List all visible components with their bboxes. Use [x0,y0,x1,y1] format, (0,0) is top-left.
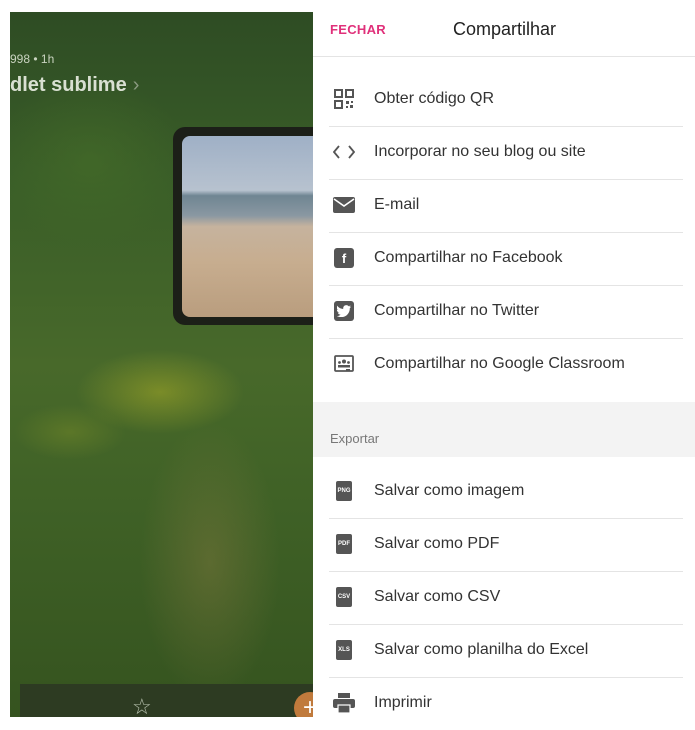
share-item-twitter[interactable]: Compartilhar no Twitter [329,286,683,339]
csv-file-icon: CSV [333,586,355,608]
padlet-background: 998 • 1h dlet sublime › ☆ + [10,12,313,717]
chevron-right-icon: › [132,74,140,96]
export-item-print[interactable]: Imprimir [329,678,683,730]
export-item-label: Salvar como planilha do Excel [374,641,589,658]
facebook-icon: f [333,247,355,269]
export-item-label: Salvar como PDF [374,535,500,552]
share-item-label: Compartilhar no Google Classroom [374,355,625,372]
google-classroom-icon [333,353,355,375]
share-item-label: Incorporar no seu blog ou site [374,143,586,160]
export-item-csv[interactable]: CSV Salvar como CSV [329,572,683,625]
export-item-excel[interactable]: XLS Salvar como planilha do Excel [329,625,683,678]
share-item-email[interactable]: E-mail [329,180,683,233]
printer-icon [333,692,355,714]
share-header: FECHAR Compartilhar [313,0,695,57]
share-item-label: Compartilhar no Twitter [374,302,540,319]
code-icon [333,141,355,163]
close-button[interactable]: FECHAR [330,22,386,37]
twitter-icon [333,300,355,322]
section-label: Exportar [330,431,380,446]
export-item-pdf[interactable]: PDF Salvar como PDF [329,519,683,572]
export-item-image[interactable]: PNG Salvar como imagem [329,466,683,519]
export-item-label: Salvar como imagem [374,482,525,499]
share-item-qr[interactable]: Obter código QR [329,74,683,127]
share-item-facebook[interactable]: f Compartilhar no Facebook [329,233,683,286]
export-section-header: Exportar [313,402,695,457]
share-item-embed[interactable]: Incorporar no seu blog ou site [329,127,683,180]
envelope-icon [333,194,355,216]
png-file-icon: PNG [333,480,355,502]
qr-code-icon [333,88,355,110]
share-item-label: Obter código QR [374,90,495,107]
xls-file-icon: XLS [333,639,355,661]
share-item-label: Compartilhar no Facebook [374,249,563,266]
share-item-google-classroom[interactable]: Compartilhar no Google Classroom [329,339,683,391]
add-post-button[interactable]: + [294,692,313,717]
post-meta: 998 • 1h [10,52,55,66]
panel-title: Compartilhar [453,19,557,39]
share-panel: FECHAR Compartilhar Obter código QR Inco… [313,0,695,717]
share-item-label: E-mail [374,196,420,213]
bottom-bar: ☆ + [20,684,313,717]
pdf-file-icon: PDF [333,533,355,555]
padlet-title[interactable]: dlet sublime › [10,74,139,97]
export-item-label: Salvar como CSV [374,588,501,605]
export-item-label: Imprimir [374,694,432,711]
beach-photo [182,136,313,317]
post-card[interactable] [173,127,313,325]
star-icon[interactable]: ☆ [132,694,152,717]
